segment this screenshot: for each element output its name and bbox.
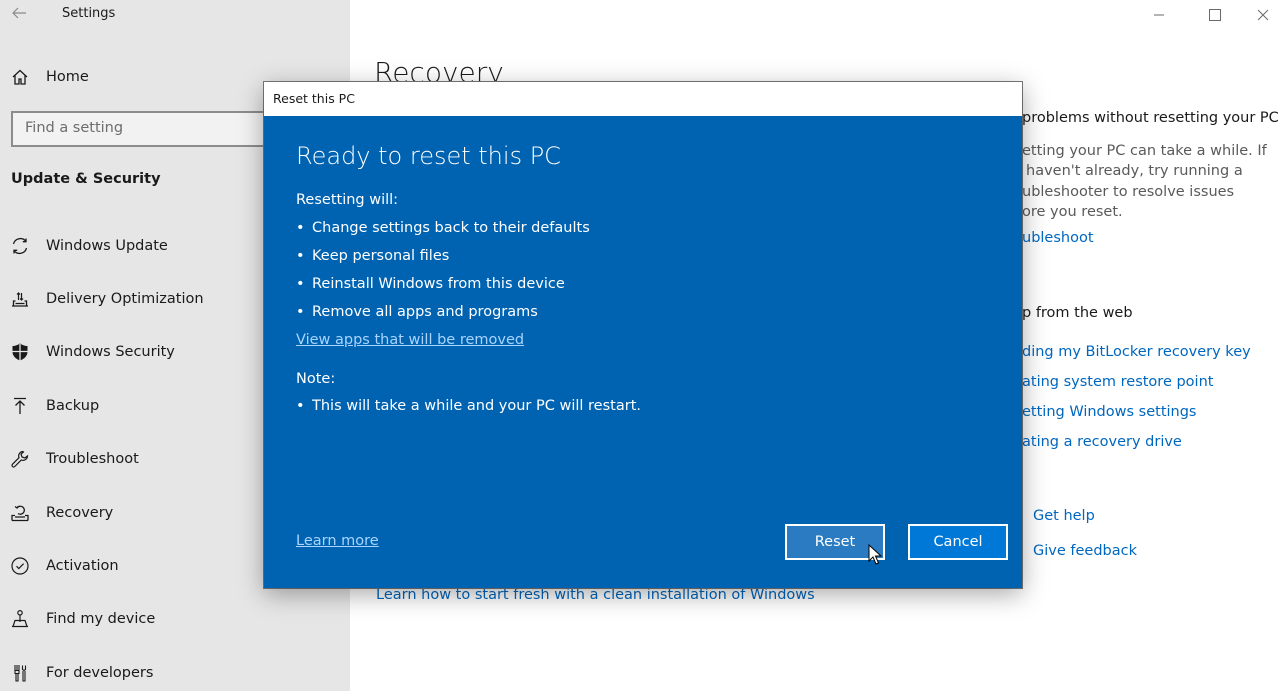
section-heading: Update & Security [11, 171, 161, 187]
get-help-link[interactable]: Get help [1033, 508, 1095, 524]
home-icon [10, 67, 30, 87]
resetting-item: • Reinstall Windows from this device [296, 276, 565, 292]
sidebar-item-label: Recovery [46, 505, 114, 521]
sidebar-item-label: Backup [46, 398, 100, 414]
web-help-link-resetting-settings[interactable]: etting Windows settings [1022, 404, 1196, 420]
fix-problems-text-line: ubleshooter to resolve issues [1022, 184, 1235, 200]
dialog-body: Ready to reset this PC Resetting will: •… [264, 116, 1022, 588]
app-title: Settings [62, 6, 116, 21]
find-device-icon [10, 609, 30, 629]
sync-icon [10, 236, 30, 256]
developer-tools-icon [10, 663, 30, 683]
check-circle-icon [10, 556, 30, 576]
cancel-button[interactable]: Cancel [908, 524, 1008, 560]
web-help-heading: p from the web [1022, 305, 1133, 321]
web-help-link-bitlocker[interactable]: ding my BitLocker recovery key [1022, 344, 1251, 360]
sidebar-item-label: Troubleshoot [46, 451, 139, 467]
resetting-label: Resetting will: [296, 192, 399, 208]
sidebar-item-label: For developers [46, 665, 154, 681]
note-item: • This will take a while and your PC will… [296, 398, 641, 414]
sidebar-item-label: Windows Security [46, 344, 175, 360]
reset-pc-dialog: Reset this PC Ready to reset this PC Res… [264, 82, 1022, 588]
close-icon[interactable] [1240, 2, 1280, 28]
sidebar-item-label: Delivery Optimization [46, 291, 204, 307]
sidebar-item-label: Activation [46, 558, 119, 574]
sidebar-item-label: Find my device [46, 611, 156, 627]
sidebar-item-find-my-device[interactable]: Find my device [0, 599, 350, 639]
delivery-optimization-icon [10, 289, 30, 309]
learn-more-link[interactable]: Learn more [296, 533, 379, 549]
fix-problems-heading: problems without resetting your PC [1022, 110, 1279, 126]
troubleshoot-link[interactable]: ubleshoot [1022, 230, 1094, 246]
back-arrow-icon[interactable] [10, 4, 30, 24]
resetting-item: • Change settings back to their defaults [296, 220, 590, 236]
dialog-heading: Ready to reset this PC [296, 142, 561, 170]
maximize-icon[interactable] [1192, 2, 1238, 28]
sidebar-item-label: Home [46, 69, 89, 85]
fix-problems-text-line: ore you reset. [1022, 204, 1123, 220]
resetting-item: • Keep personal files [296, 248, 450, 264]
resetting-item-text: Keep personal files [312, 248, 450, 264]
note-item-text: This will take a while and your PC will … [312, 398, 641, 414]
sidebar-item-label: Windows Update [46, 238, 168, 254]
wrench-icon [10, 449, 30, 469]
dialog-title: Reset this PC [264, 82, 1022, 116]
reset-button[interactable]: Reset [785, 524, 885, 560]
resetting-item-text: Reinstall Windows from this device [312, 276, 565, 292]
give-feedback-link[interactable]: Give feedback [1033, 543, 1137, 559]
resetting-item-text: Remove all apps and programs [312, 304, 538, 320]
note-label: Note: [296, 371, 336, 387]
sidebar-item-for-developers[interactable]: For developers [0, 653, 350, 691]
backup-arrow-icon [10, 396, 30, 416]
view-apps-link[interactable]: View apps that will be removed [296, 332, 524, 348]
search-input[interactable]: Find a setting [11, 111, 281, 147]
resetting-item-text: Change settings back to their defaults [312, 220, 590, 236]
clean-install-link[interactable]: Learn how to start fresh with a clean in… [376, 587, 815, 603]
resetting-item: • Remove all apps and programs [296, 304, 538, 320]
minimize-icon[interactable] [1136, 2, 1182, 28]
fix-problems-text-line: haven't already, try running a [1026, 163, 1243, 179]
shield-icon [10, 342, 30, 362]
recovery-icon [10, 503, 30, 523]
web-help-link-restore-point[interactable]: ating system restore point [1022, 374, 1213, 390]
web-help-link-recovery-drive[interactable]: ating a recovery drive [1022, 434, 1182, 450]
fix-problems-text-line: etting your PC can take a while. If [1022, 143, 1267, 159]
search-placeholder: Find a setting [25, 120, 124, 136]
